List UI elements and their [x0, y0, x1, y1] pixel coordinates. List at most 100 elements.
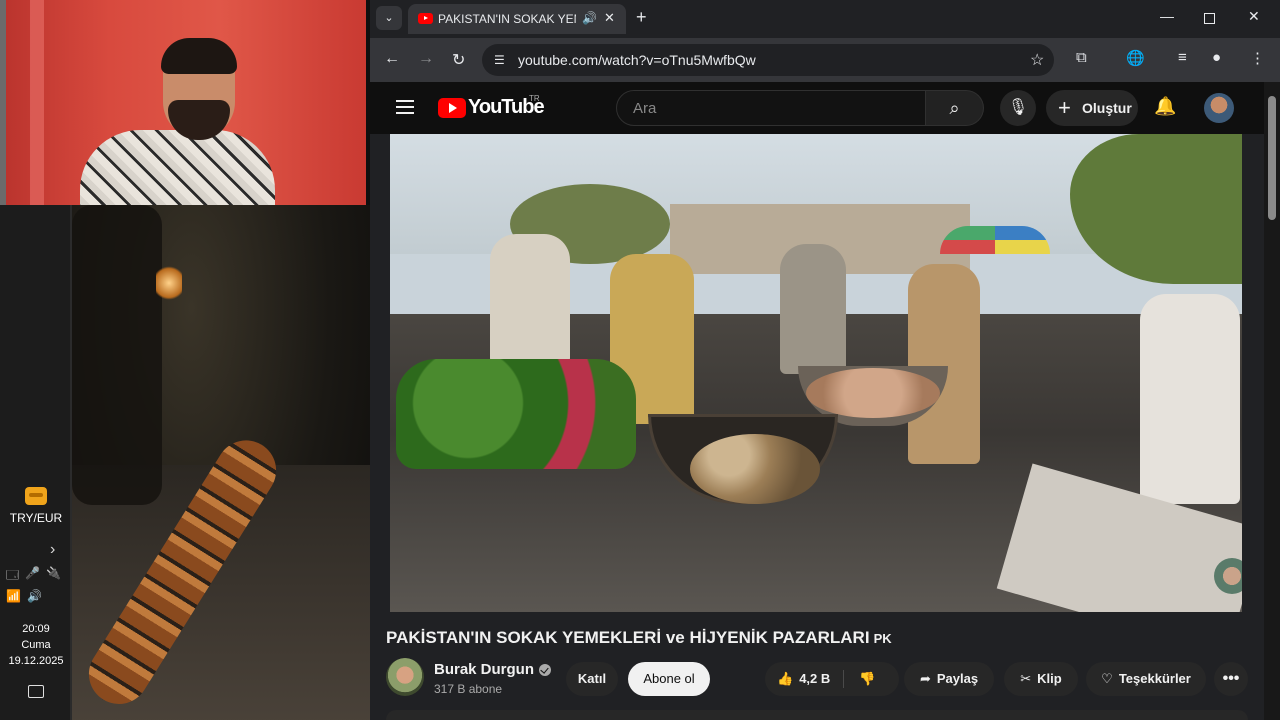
- microphone-icon[interactable]: 🎤: [25, 566, 40, 587]
- game-capture-feed: [72, 205, 370, 720]
- video-title-text: PAKİSTAN'IN SOKAK YEMEKLERİ ve HİJYENİK …: [386, 628, 870, 647]
- video-vendor: [780, 244, 846, 374]
- country-code: TR: [529, 94, 540, 103]
- thanks-button[interactable]: ♡ Teşekkürler: [1086, 662, 1206, 696]
- webcam-overlay: [0, 0, 366, 205]
- speaker-icon[interactable]: 🔊: [27, 589, 42, 603]
- video-vendor: [490, 234, 570, 364]
- currency-widget[interactable]: TRY/EUR: [0, 487, 72, 527]
- youtube-logo-icon[interactable]: [438, 98, 466, 118]
- tab-bar: ⌄ PAKISTAN'IN SOKAK YEMEKLERİ 🔊 ✕ + — ✕: [370, 0, 1280, 38]
- video-umbrella: [940, 226, 1050, 254]
- channel-name[interactable]: Burak Durgun: [434, 661, 552, 678]
- site-info-icon[interactable]: ☰: [494, 53, 505, 67]
- background-pole: [0, 0, 6, 205]
- taskbar-clock[interactable]: 20:09 Cuma 19.12.2025: [0, 621, 72, 669]
- country-flag: PK: [873, 631, 892, 646]
- thanks-label: Teşekkürler: [1118, 671, 1191, 686]
- thumbs-down-icon[interactable]: 👎: [859, 662, 875, 696]
- reload-button[interactable]: ↻: [452, 50, 465, 70]
- share-arrow-icon: ➦: [919, 671, 931, 686]
- window-icon[interactable]: 🗔: [6, 566, 19, 587]
- browser-menu-icon[interactable]: ⋮: [1250, 49, 1265, 67]
- tray-expand-chevron-icon[interactable]: ›: [50, 541, 55, 559]
- wifi-icon[interactable]: 📶: [6, 589, 21, 603]
- more-dots-icon: •••: [1222, 670, 1240, 687]
- search-icon: ⌕: [949, 98, 960, 118]
- browser-window: ⌄ PAKISTAN'IN SOKAK YEMEKLERİ 🔊 ✕ + — ✕ …: [370, 0, 1280, 720]
- video-trees: [1070, 134, 1242, 284]
- url-text[interactable]: youtube.com/watch?v=oTnu5MwfbQw: [518, 52, 756, 68]
- browser-toolbar: ← → ↻ ☰ youtube.com/watch?v=oTnu5MwfbQw …: [370, 38, 1280, 82]
- youtube-header: YouTube TR Ara ⌕ 🎙 + Oluştur 🔔: [370, 82, 1280, 134]
- translate-icon[interactable]: 🌐: [1126, 49, 1145, 67]
- more-actions-button[interactable]: •••: [1214, 662, 1248, 696]
- video-potatoes: [806, 368, 940, 418]
- extensions-icon[interactable]: ⧉: [1076, 49, 1087, 66]
- search-box[interactable]: Ara: [616, 90, 926, 126]
- new-tab-button[interactable]: +: [636, 8, 647, 26]
- maximize-button[interactable]: [1204, 13, 1215, 24]
- like-separator: [843, 670, 844, 688]
- menu-hamburger-icon[interactable]: [396, 100, 414, 114]
- create-button[interactable]: + Oluştur: [1046, 90, 1138, 126]
- clock-time: 20:09: [22, 623, 50, 635]
- join-button[interactable]: Katıl: [566, 662, 618, 696]
- media-control-icon[interactable]: ≡: [1178, 49, 1187, 66]
- video-vendor: [908, 264, 980, 464]
- back-button[interactable]: ←: [384, 50, 400, 68]
- channel-avatar[interactable]: [386, 658, 424, 696]
- voice-search-button[interactable]: 🎙: [1000, 90, 1036, 126]
- notifications-bell-icon[interactable]: 🔔: [1154, 96, 1176, 117]
- plus-icon: +: [1058, 95, 1071, 120]
- forward-button[interactable]: →: [418, 50, 434, 68]
- search-button[interactable]: ⌕: [926, 90, 984, 126]
- thumbs-up-icon[interactable]: 👍: [777, 671, 793, 686]
- channel-name-text[interactable]: Burak Durgun: [434, 661, 534, 678]
- youtube-favicon-icon: [418, 13, 433, 24]
- video-title: PAKİSTAN'IN SOKAK YEMEKLERİ ve HİJYENİK …: [386, 628, 892, 648]
- channel-watermark[interactable]: [1214, 558, 1242, 594]
- clip-label: Klip: [1037, 671, 1062, 686]
- tab-close-icon[interactable]: ✕: [604, 10, 615, 26]
- verified-check-icon: [539, 664, 552, 677]
- like-dislike-group: 👍 4,2 B 👎: [765, 662, 899, 696]
- search-input[interactable]: Ara: [633, 100, 656, 117]
- clock-day: Cuma: [21, 639, 51, 651]
- video-player[interactable]: [390, 134, 1242, 612]
- currency-label: TRY/EUR: [9, 511, 63, 525]
- create-label: Oluştur: [1082, 100, 1132, 116]
- address-bar[interactable]: ☰ youtube.com/watch?v=oTnu5MwfbQw ☆: [482, 44, 1054, 76]
- background-stripe: [30, 0, 44, 205]
- like-count[interactable]: 4,2 B: [799, 671, 830, 686]
- clip-button[interactable]: ✂ Klip: [1004, 662, 1078, 696]
- game-lamp: [156, 263, 182, 303]
- power-plug-icon[interactable]: 🔌: [46, 566, 61, 587]
- tab-search-icon[interactable]: ⌄: [376, 6, 402, 30]
- close-window-button[interactable]: ✕: [1248, 8, 1260, 25]
- bookmark-star-icon[interactable]: ☆: [1030, 50, 1044, 70]
- microphone-icon: 🎙: [1007, 99, 1029, 116]
- tab-active[interactable]: PAKISTAN'IN SOKAK YEMEKLERİ 🔊 ✕: [408, 4, 626, 34]
- share-button[interactable]: ➦ Paylaş: [904, 662, 994, 696]
- currency-icon: [25, 487, 47, 505]
- description-box[interactable]: [386, 710, 1248, 720]
- tab-title: PAKISTAN'IN SOKAK YEMEKLERİ: [438, 12, 576, 26]
- scissors-icon: ✂: [1020, 671, 1032, 686]
- notification-icon[interactable]: [28, 685, 44, 698]
- profile-icon[interactable]: ●: [1212, 49, 1221, 66]
- video-vegetable-cart: [396, 359, 636, 469]
- clock-date: 19.12.2025: [8, 655, 64, 667]
- game-character: [72, 205, 162, 505]
- tab-audio-icon[interactable]: 🔊: [582, 11, 597, 25]
- streamer-hair: [161, 38, 237, 74]
- minimize-button[interactable]: —: [1160, 8, 1174, 24]
- subscriber-count: 317 B abone: [434, 682, 503, 696]
- share-label: Paylaş: [936, 671, 979, 686]
- tray-icons-row: 📶 🔊: [6, 589, 42, 603]
- scrollbar-thumb[interactable]: [1268, 96, 1276, 220]
- account-avatar[interactable]: [1204, 93, 1234, 123]
- windows-taskbar: TRY/EUR › 🗔 🎤 🔌 📶 🔊 20:09 Cuma 19.12.202…: [0, 205, 72, 720]
- tray-icons-row: 🗔 🎤 🔌: [6, 566, 61, 587]
- subscribe-button[interactable]: Abone ol: [628, 662, 710, 696]
